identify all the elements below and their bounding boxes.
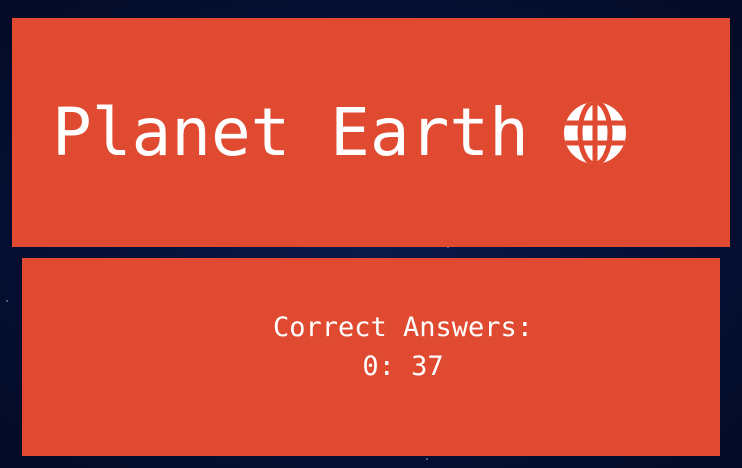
score-card: Correct Answers: 0: 37 xyxy=(22,258,720,456)
globe-icon xyxy=(563,101,627,165)
correct-answers-label: Correct Answers: xyxy=(272,311,534,343)
correct-answers-value: 0: 37 xyxy=(362,351,444,382)
background-star xyxy=(426,458,428,460)
title-card: Planet Earth xyxy=(12,18,730,247)
background-star xyxy=(6,300,8,302)
page-title: Planet Earth xyxy=(52,93,529,171)
